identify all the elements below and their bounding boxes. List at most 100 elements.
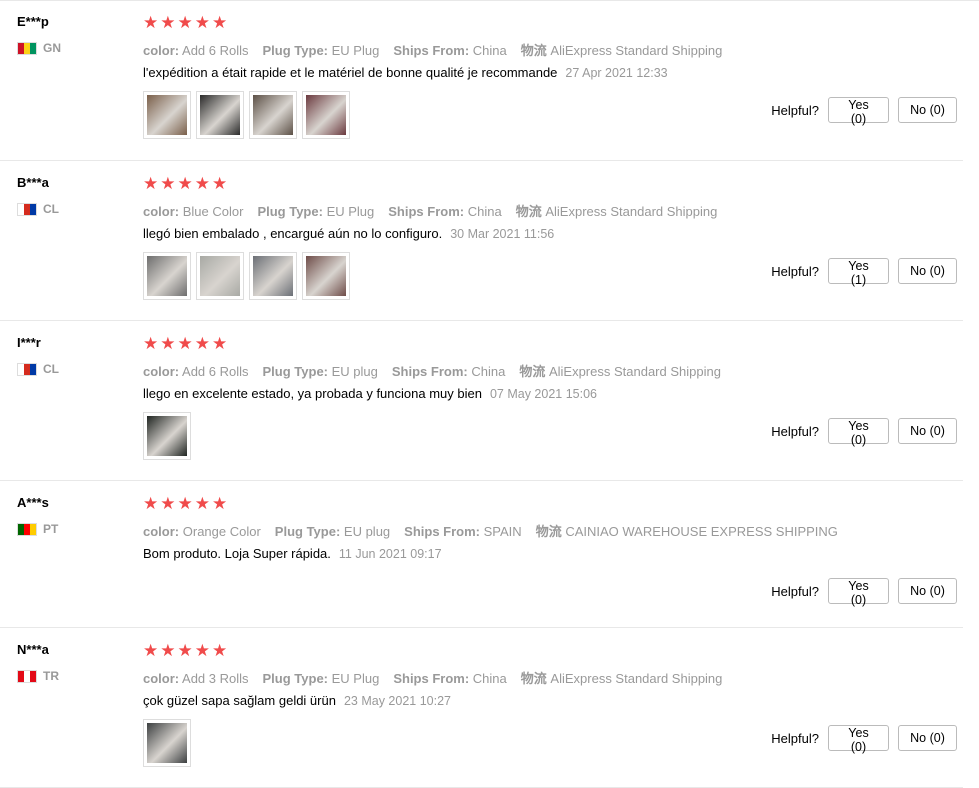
star-icon: ★ bbox=[143, 174, 159, 193]
helpful-no-button[interactable]: No (0) bbox=[898, 258, 957, 284]
review-images bbox=[143, 412, 191, 460]
sku-attribute-value: China bbox=[472, 671, 507, 686]
sku-attribute-label: 物流 bbox=[519, 364, 546, 379]
helpful-no-button[interactable]: No (0) bbox=[898, 578, 957, 604]
sku-attribute-label: color: bbox=[143, 671, 180, 686]
reviewer-country: CL bbox=[17, 362, 59, 376]
star-icon: ★ bbox=[177, 494, 193, 513]
helpful-no-button[interactable]: No (0) bbox=[898, 418, 957, 444]
sku-attribute-label: 物流 bbox=[515, 204, 542, 219]
review-image-thumbnail[interactable] bbox=[249, 252, 297, 300]
sku-attribute-value: EU Plug bbox=[326, 204, 375, 219]
country-flag-icon bbox=[17, 669, 37, 683]
review-item: E***p GN ★ ★ ★ ★ ★ color: Add 6 Rolls Plug Type:… bbox=[0, 0, 979, 161]
country-code: CL bbox=[43, 202, 59, 216]
country-flag-icon bbox=[17, 202, 37, 216]
sku-attribute: Ships From: China bbox=[393, 43, 506, 58]
review-image-thumbnail[interactable] bbox=[249, 91, 297, 139]
star-icon: ★ bbox=[143, 641, 159, 660]
sku-attribute: color: Add 3 Rolls bbox=[143, 671, 249, 686]
star-icon: ★ bbox=[177, 174, 193, 193]
star-icon: ★ bbox=[194, 641, 210, 660]
review-image-thumbnail[interactable] bbox=[196, 252, 244, 300]
star-icon: ★ bbox=[160, 13, 176, 32]
sku-attributes: color: Add 3 Rolls Plug Type: EU Plug Ship… bbox=[143, 668, 736, 687]
sku-attribute-value: Orange Color bbox=[182, 524, 261, 539]
helpful-label: Helpful? bbox=[771, 423, 819, 439]
sku-attribute: 物流 AliExpress Standard Shipping bbox=[521, 43, 723, 58]
helpful-yes-button[interactable]: Yes (0) bbox=[828, 578, 889, 607]
sku-attribute-label: 物流 bbox=[520, 43, 547, 58]
sku-attribute-value: AliExpress Standard Shipping bbox=[550, 671, 723, 686]
review-image-thumbnail[interactable] bbox=[143, 252, 191, 300]
sku-attribute-value: Add 3 Rolls bbox=[182, 671, 249, 686]
helpful-label: Helpful? bbox=[771, 263, 819, 279]
star-icon: ★ bbox=[212, 334, 228, 353]
review-item: I***r CL ★ ★ ★ ★ ★ color: Add 6 Rolls Plug Type:… bbox=[0, 321, 979, 481]
sku-attribute-value: EU Plug bbox=[331, 43, 380, 58]
star-icon: ★ bbox=[212, 13, 228, 32]
sku-attributes: color: Add 6 Rolls Plug Type: EU plug Ship… bbox=[143, 361, 735, 380]
sku-attribute-label: color: bbox=[143, 364, 180, 379]
sku-attribute-value: SPAIN bbox=[483, 524, 522, 539]
sku-attribute-label: Plug Type: bbox=[262, 43, 328, 58]
review-date: 11 Jun 2021 09:17 bbox=[338, 547, 442, 561]
review-image-thumbnail[interactable] bbox=[143, 719, 191, 767]
helpful-no-button[interactable]: No (0) bbox=[898, 97, 957, 123]
sku-attribute: Plug Type: EU plug bbox=[263, 364, 378, 379]
sku-attributes: color: Add 6 Rolls Plug Type: EU Plug Ship… bbox=[143, 40, 736, 59]
sku-attribute-label: color: bbox=[143, 204, 180, 219]
helpful-controls: Helpful? Yes (0) No (0) bbox=[771, 578, 957, 607]
star-icon: ★ bbox=[212, 641, 228, 660]
review-content: Bom produto. Loja Super rápida. 11 Jun 20… bbox=[143, 546, 442, 561]
review-list: E***p GN ★ ★ ★ ★ ★ color: Add 6 Rolls Plug Type:… bbox=[0, 0, 979, 788]
review-image-thumbnail[interactable] bbox=[302, 252, 350, 300]
sku-attribute-label: Plug Type: bbox=[257, 204, 323, 219]
sku-attribute-value: AliExpress Standard Shipping bbox=[545, 204, 718, 219]
helpful-yes-button[interactable]: Yes (0) bbox=[828, 418, 889, 447]
sku-attribute-value: China bbox=[467, 204, 502, 219]
star-icon: ★ bbox=[194, 334, 210, 353]
helpful-controls: Helpful? Yes (0) No (0) bbox=[771, 97, 957, 126]
rating-stars: ★ ★ ★ ★ ★ bbox=[143, 335, 227, 352]
helpful-yes-button[interactable]: Yes (0) bbox=[828, 97, 889, 126]
reviewer-country: CL bbox=[17, 202, 59, 216]
star-icon: ★ bbox=[177, 641, 193, 660]
rating-stars: ★ ★ ★ ★ ★ bbox=[143, 495, 227, 512]
review-content: llegó bien embalado , encargué aún no lo… bbox=[143, 226, 554, 241]
sku-attribute-label: color: bbox=[143, 43, 180, 58]
helpful-yes-button[interactable]: Yes (0) bbox=[828, 725, 889, 754]
country-flag-icon bbox=[17, 362, 37, 376]
review-text: llego en excelente estado, ya probada y … bbox=[143, 386, 482, 401]
review-image-thumbnail[interactable] bbox=[143, 91, 191, 139]
star-icon: ★ bbox=[143, 334, 159, 353]
sku-attribute: 物流 CAINIAO WAREHOUSE EXPRESS SHIPPING bbox=[536, 524, 838, 539]
review-image-thumbnail[interactable] bbox=[302, 91, 350, 139]
review-content: llego en excelente estado, ya probada y … bbox=[143, 386, 597, 401]
review-date: 23 May 2021 10:27 bbox=[343, 694, 451, 708]
sku-attribute-value: EU plug bbox=[331, 364, 378, 379]
country-flag-icon bbox=[17, 41, 37, 55]
reviewer-name: A***s bbox=[17, 495, 49, 510]
helpful-yes-button[interactable]: Yes (1) bbox=[828, 258, 889, 287]
reviewer-country: TR bbox=[17, 669, 59, 683]
sku-attribute-value: AliExpress Standard Shipping bbox=[550, 43, 723, 58]
star-icon: ★ bbox=[160, 334, 176, 353]
sku-attribute: Plug Type: EU Plug bbox=[263, 671, 380, 686]
helpful-no-button[interactable]: No (0) bbox=[898, 725, 957, 751]
review-date: 07 May 2021 15:06 bbox=[489, 387, 597, 401]
review-item: A***s PT ★ ★ ★ ★ ★ color: Orange Color Plug Type… bbox=[0, 481, 979, 628]
sku-attribute-label: color: bbox=[143, 524, 180, 539]
sku-attributes: color: Blue Color Plug Type: EU Plug Ships… bbox=[143, 201, 731, 220]
sku-attribute-label: Ships From: bbox=[388, 204, 465, 219]
sku-attribute-label: Ships From: bbox=[391, 364, 468, 379]
star-icon: ★ bbox=[160, 641, 176, 660]
review-image-thumbnail[interactable] bbox=[196, 91, 244, 139]
country-flag-icon bbox=[17, 522, 37, 536]
country-code: GN bbox=[43, 41, 61, 55]
country-code: CL bbox=[43, 362, 59, 376]
sku-attribute: Ships From: China bbox=[388, 204, 501, 219]
star-icon: ★ bbox=[143, 13, 159, 32]
helpful-controls: Helpful? Yes (0) No (0) bbox=[771, 418, 957, 447]
review-image-thumbnail[interactable] bbox=[143, 412, 191, 460]
